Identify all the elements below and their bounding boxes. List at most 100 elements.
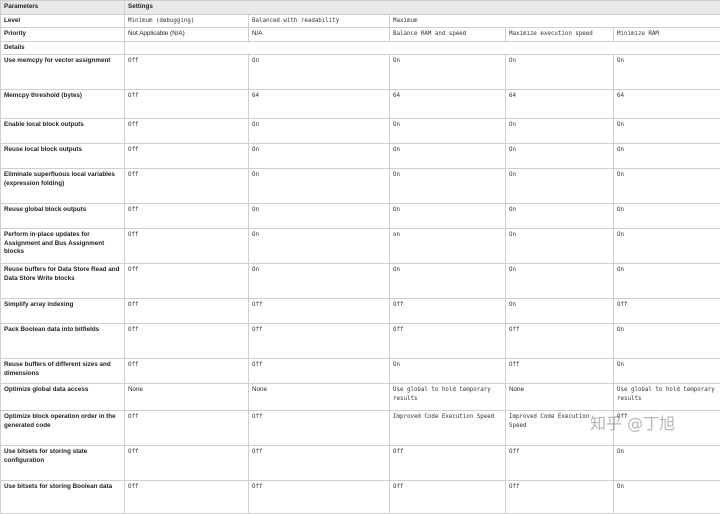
setting-value: Off	[125, 481, 249, 514]
table-row: Optimize global data accessNoneNoneUse g…	[1, 384, 720, 411]
setting-value: Off	[390, 481, 506, 514]
setting-value: On	[390, 169, 506, 204]
setting-value: On	[506, 204, 614, 229]
setting-value: Off	[249, 299, 390, 324]
table-row: Enable local block outputsOffOnOnOnOn	[1, 119, 720, 144]
parameter-name: Reuse buffers for Data Store Read and Da…	[1, 264, 125, 299]
setting-value: Off	[125, 446, 249, 481]
setting-value: Use global to hold temporary results	[390, 384, 506, 411]
setting-value: On	[506, 229, 614, 264]
setting-value: Off	[125, 204, 249, 229]
setting-value: On	[390, 119, 506, 144]
parameter-name: Simplify array indexing	[1, 299, 125, 324]
setting-value: On	[506, 299, 614, 324]
setting-value: on	[390, 229, 506, 264]
settings-header: Settings	[125, 1, 720, 15]
setting-value: Off	[249, 481, 390, 514]
setting-value: Off	[125, 144, 249, 169]
table-header-row: Parameters Settings	[1, 1, 720, 15]
setting-value: Off	[125, 324, 249, 359]
table-row: Use memcpy for vector assignmentOffOnOnO…	[1, 55, 720, 90]
setting-value: Off	[506, 446, 614, 481]
setting-value: On	[506, 169, 614, 204]
setting-value: On	[390, 55, 506, 90]
level-value: Minimum (debugging)	[125, 14, 249, 28]
parameter-name: Enable local block outputs	[1, 119, 125, 144]
setting-value: On	[506, 119, 614, 144]
priority-value: N/A	[249, 28, 390, 42]
setting-value: On	[614, 324, 720, 359]
setting-value: On	[614, 119, 720, 144]
setting-value: 64	[390, 90, 506, 119]
table-row: Reuse buffers of different sizes and dim…	[1, 359, 720, 384]
setting-value: On	[390, 264, 506, 299]
setting-value: On	[249, 119, 390, 144]
setting-value: Off	[125, 55, 249, 90]
setting-value: None	[249, 384, 390, 411]
priority-value: Minimize RAM	[614, 28, 720, 42]
setting-value: Off	[125, 169, 249, 204]
table-row: Use bitsets for storing state configurat…	[1, 446, 720, 481]
setting-value: On	[614, 481, 720, 514]
priority-value: Balance RAM and speed	[390, 28, 506, 42]
setting-value: Off	[249, 359, 390, 384]
setting-value: On	[614, 169, 720, 204]
setting-value: On	[614, 229, 720, 264]
setting-value: Off	[506, 359, 614, 384]
setting-value: Improved Code Execution Speed	[390, 411, 506, 446]
priority-value: Maximize execution speed	[506, 28, 614, 42]
details-empty-cell	[125, 41, 720, 55]
parameter-name: Reuse global block outputs	[1, 204, 125, 229]
setting-value: On	[249, 264, 390, 299]
parameter-name: Use memcpy for vector assignment	[1, 55, 125, 90]
setting-value: Use global to hold temporary results	[614, 384, 720, 411]
setting-value: On	[249, 169, 390, 204]
setting-value: Off	[249, 446, 390, 481]
setting-value: Off	[125, 411, 249, 446]
setting-value: On	[614, 359, 720, 384]
setting-value: Off	[614, 299, 720, 324]
setting-value: On	[249, 144, 390, 169]
table-row: Perform in-place updates for Assignment …	[1, 229, 720, 264]
parameter-name: Use bitsets for storing state configurat…	[1, 446, 125, 481]
setting-value: On	[506, 144, 614, 169]
level-row: Level Minimum (debugging) Balanced with …	[1, 14, 720, 28]
setting-value: Off	[125, 119, 249, 144]
table-row: Memcpy threshold (bytes)Off64646464	[1, 90, 720, 119]
setting-value: On	[249, 204, 390, 229]
parameter-name: Optimize global data access	[1, 384, 125, 411]
setting-value: 64	[249, 90, 390, 119]
setting-value: On	[249, 229, 390, 264]
setting-value: On	[390, 204, 506, 229]
setting-value: On	[506, 55, 614, 90]
table-row: Pack Boolean data into bitfieldsOffOffOf…	[1, 324, 720, 359]
setting-value: Off	[390, 324, 506, 359]
table-row: Simplify array indexingOffOffOffOnOff	[1, 299, 720, 324]
setting-value: Off	[390, 446, 506, 481]
setting-value: Off	[249, 324, 390, 359]
setting-value: On	[614, 55, 720, 90]
level-label: Level	[1, 14, 125, 28]
parameter-name: Reuse buffers of different sizes and dim…	[1, 359, 125, 384]
setting-value: On	[614, 264, 720, 299]
setting-value: Off	[390, 299, 506, 324]
setting-value: Off	[125, 299, 249, 324]
level-value: Balanced with readability	[249, 14, 390, 28]
setting-value: Off	[125, 359, 249, 384]
priority-row: Priority Not Applicable (N/A) N/A Balanc…	[1, 28, 720, 42]
optimization-settings-table: Parameters Settings Level Minimum (debug…	[0, 0, 720, 514]
level-value: Maximum	[390, 14, 720, 28]
parameter-name: Perform in-place updates for Assignment …	[1, 229, 125, 264]
setting-value: Off	[125, 264, 249, 299]
details-row: Details	[1, 41, 720, 55]
setting-value: On	[506, 264, 614, 299]
table-row: Reuse buffers for Data Store Read and Da…	[1, 264, 720, 299]
parameter-name: Reuse local block outputs	[1, 144, 125, 169]
table-row: Reuse global block outputsOffOnOnOnOn	[1, 204, 720, 229]
setting-value: On	[614, 446, 720, 481]
setting-value: Off	[506, 481, 614, 514]
table-row: Use bitsets for storing Boolean dataOffO…	[1, 481, 720, 514]
setting-value: On	[614, 144, 720, 169]
setting-value: None	[506, 384, 614, 411]
parameter-name: Memcpy threshold (bytes)	[1, 90, 125, 119]
